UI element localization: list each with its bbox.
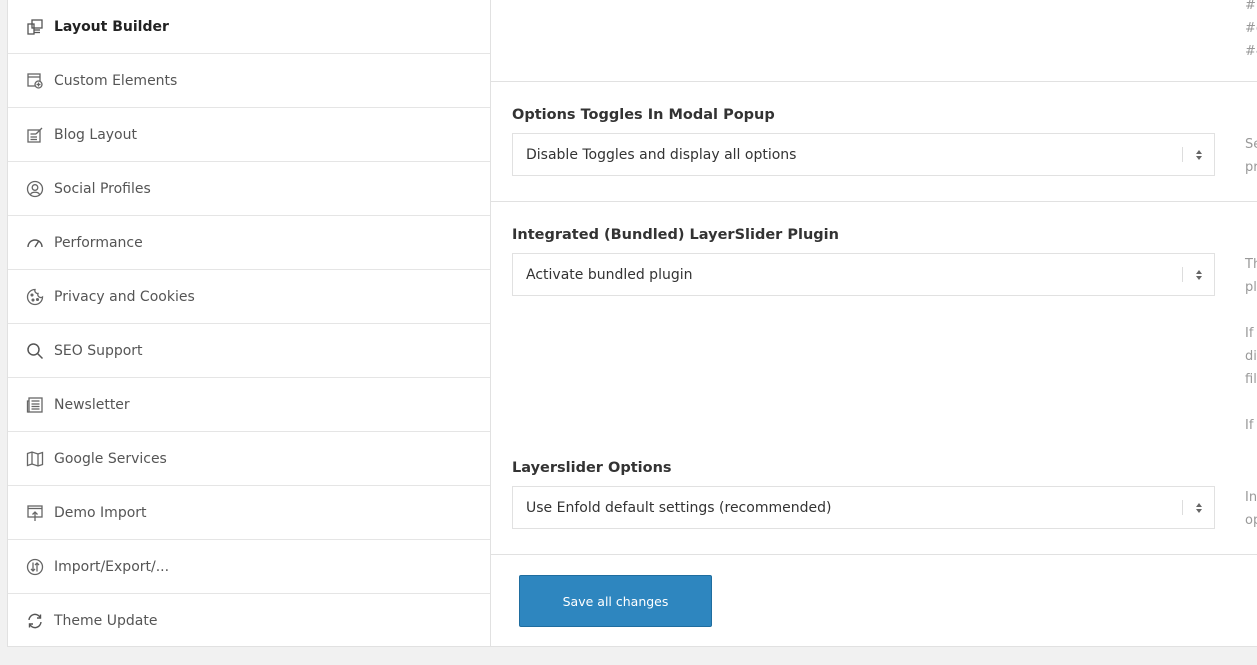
privacy-cookies-icon [25, 287, 45, 307]
option-section-toggles: Options Toggles In Modal Popup Disable T… [491, 82, 1257, 202]
option-section-layerslider: Integrated (Bundled) LayerSlider Plugin … [491, 202, 1257, 555]
select-value: Activate bundled plugin [526, 266, 693, 283]
select-separator [1182, 267, 1183, 282]
sidebar-item-label: Performance [54, 234, 143, 251]
description-line: op [1245, 513, 1257, 528]
description-line: Se [1245, 137, 1257, 152]
sidebar-item-google-services[interactable]: Google Services [8, 432, 490, 486]
sidebar-item-layout-builder[interactable]: Layout Builder [8, 0, 490, 54]
description-line: Th [1245, 257, 1257, 272]
sidebar-item-label: Theme Update [54, 613, 158, 629]
option-title: Integrated (Bundled) LayerSlider Plugin [512, 227, 839, 243]
sidebar-item-label: Demo Import [54, 504, 147, 521]
sidebar-item-performance[interactable]: Performance [8, 216, 490, 270]
option-section-top: # #c #4 [491, 0, 1257, 82]
select-separator [1182, 500, 1183, 515]
layout-builder-icon [25, 17, 45, 37]
sidebar-item-label: Newsletter [54, 396, 130, 413]
toggles-select[interactable]: Disable Toggles and display all options [512, 133, 1215, 176]
select-separator [1182, 147, 1183, 162]
custom-elements-icon [25, 71, 45, 91]
select-value: Use Enfold default settings (recommended… [526, 499, 832, 516]
sidebar-item-label: Social Profiles [54, 180, 151, 197]
description-line: In [1245, 490, 1257, 505]
theme-update-icon [25, 611, 45, 631]
sidebar-item-privacy-cookies[interactable]: Privacy and Cookies [8, 270, 490, 324]
option-description: # #c #4 [1245, 0, 1257, 63]
select-caret-icon [1192, 269, 1206, 280]
options-main: # #c #4 Options Toggles In Modal Popup D… [491, 0, 1257, 646]
layerslider-plugin-select[interactable]: Activate bundled plugin [512, 253, 1215, 296]
sidebar-item-label: Privacy and Cookies [54, 288, 195, 305]
description-line: di [1245, 349, 1257, 364]
description-line: If [1245, 326, 1254, 341]
settings-panel: Layout Builder Custom Elements Blog Layo… [7, 0, 1257, 647]
settings-sidebar: Layout Builder Custom Elements Blog Layo… [8, 0, 491, 646]
newsletter-icon [25, 395, 45, 415]
sidebar-item-label: Layout Builder [54, 18, 169, 35]
option-description: In op [1245, 486, 1257, 532]
sidebar-item-label: Custom Elements [54, 72, 178, 89]
google-services-map-icon [25, 449, 45, 469]
description-line: #4 [1245, 44, 1257, 59]
description-line: If [1245, 418, 1254, 433]
save-all-changes-button[interactable]: Save all changes [519, 575, 712, 627]
seo-search-icon [25, 341, 45, 361]
performance-icon [25, 233, 45, 253]
sidebar-item-newsletter[interactable]: Newsletter [8, 378, 490, 432]
sidebar-item-demo-import[interactable]: Demo Import [8, 486, 490, 540]
sidebar-item-social-profiles[interactable]: Social Profiles [8, 162, 490, 216]
sidebar-item-blog-layout[interactable]: Blog Layout [8, 108, 490, 162]
sidebar-item-label: Blog Layout [54, 126, 137, 143]
sidebar-item-import-export[interactable]: Import/Export/... [8, 540, 490, 594]
description-line: fil [1245, 372, 1257, 387]
sidebar-item-seo-support[interactable]: SEO Support [8, 324, 490, 378]
option-title: Options Toggles In Modal Popup [512, 107, 775, 123]
description-line: # [1245, 0, 1256, 13]
option-description: Se pr [1245, 133, 1257, 179]
description-line: pr [1245, 160, 1257, 175]
sidebar-item-label: Google Services [54, 450, 167, 467]
option-title: Layerslider Options [512, 460, 672, 476]
import-export-icon [25, 557, 45, 577]
sidebar-item-theme-update[interactable]: Theme Update [8, 594, 490, 648]
sidebar-item-custom-elements[interactable]: Custom Elements [8, 54, 490, 108]
blog-layout-icon [25, 125, 45, 145]
option-description: Th pl [1245, 253, 1257, 299]
layerslider-options-select[interactable]: Use Enfold default settings (recommended… [512, 486, 1215, 529]
sidebar-item-label: SEO Support [54, 342, 143, 359]
description-line: pl [1245, 280, 1257, 295]
select-caret-icon [1192, 502, 1206, 513]
social-profiles-icon [25, 179, 45, 199]
select-value: Disable Toggles and display all options [526, 146, 797, 163]
select-caret-icon [1192, 149, 1206, 160]
description-line: #c [1245, 21, 1257, 36]
option-description: If di fil [1245, 322, 1257, 391]
demo-import-icon [25, 503, 45, 523]
sidebar-item-label: Import/Export/... [54, 558, 170, 575]
option-description: If [1245, 414, 1253, 437]
